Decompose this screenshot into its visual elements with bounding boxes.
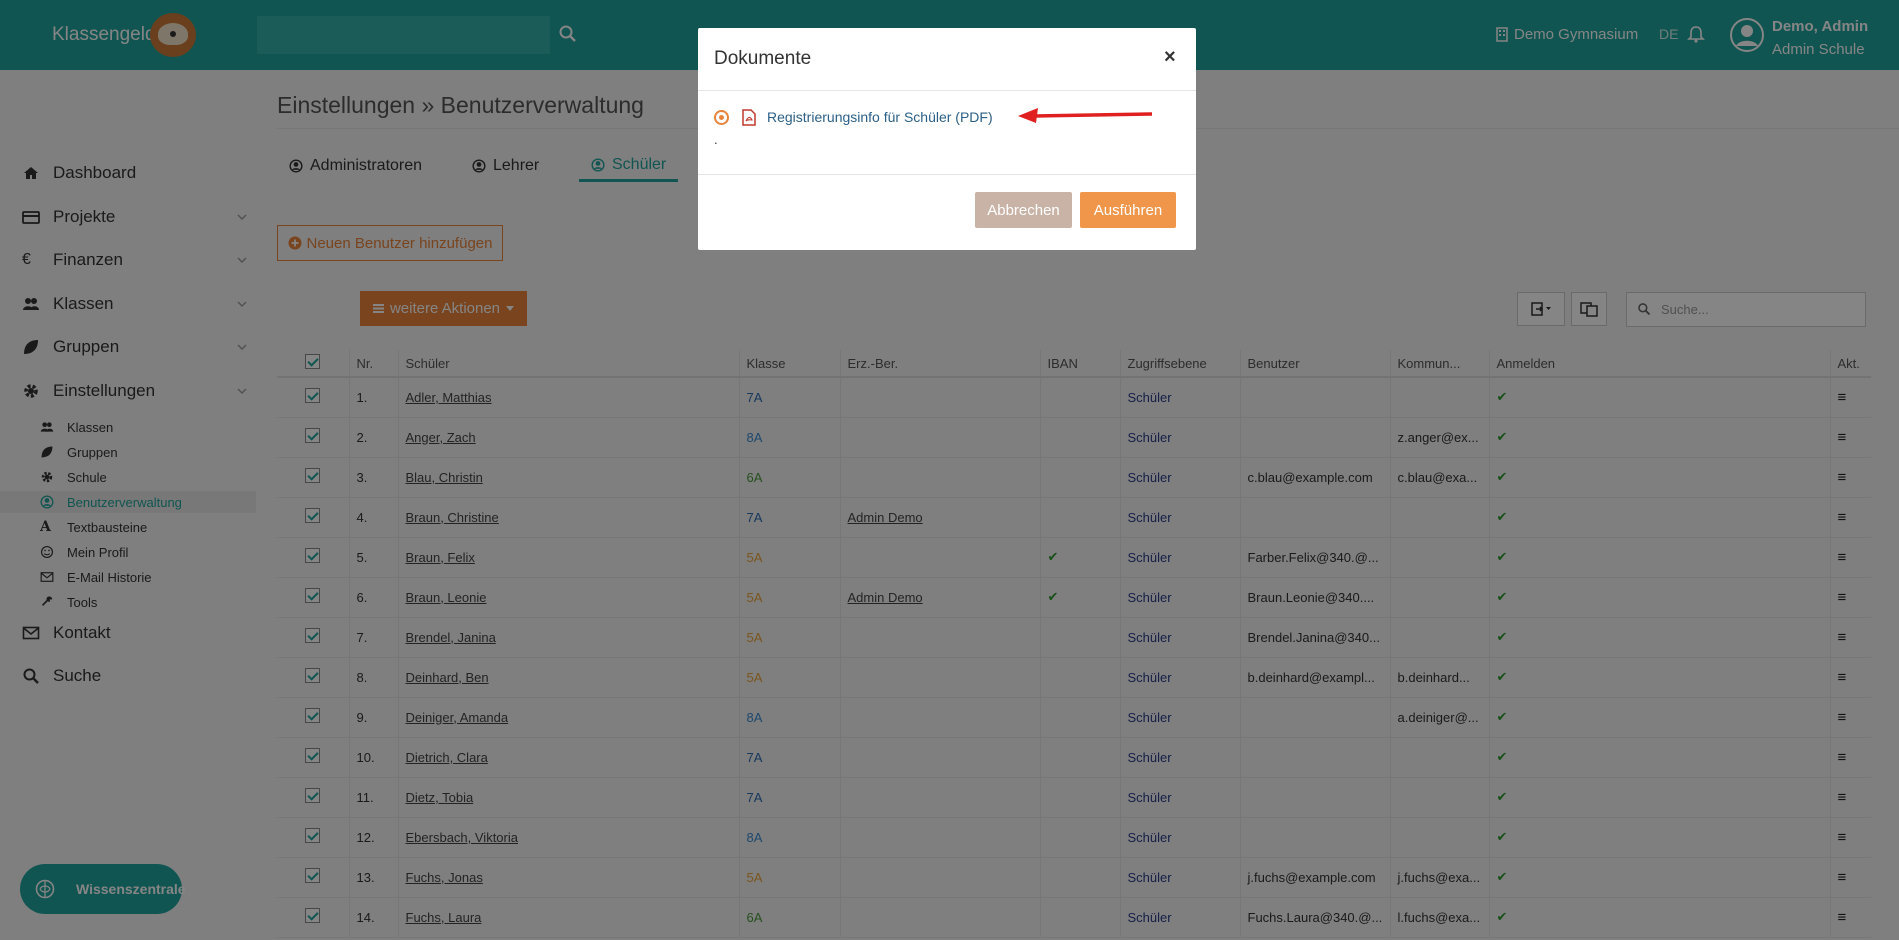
red-arrow-annotation — [1018, 108, 1153, 123]
cancel-button[interactable]: Abbrechen — [975, 192, 1072, 228]
modal-dot-text: . — [714, 132, 718, 147]
document-radio[interactable] — [714, 110, 729, 125]
documents-modal: Dokumente × Registrierungsinfo für Schül… — [698, 28, 1196, 250]
modal-divider — [698, 174, 1196, 175]
document-option-label[interactable]: Registrierungsinfo für Schüler (PDF) — [767, 109, 993, 125]
execute-button[interactable]: Ausführen — [1080, 192, 1176, 228]
pdf-file-icon — [742, 109, 756, 126]
modal-title: Dokumente — [714, 48, 812, 69]
modal-divider — [698, 90, 1196, 91]
modal-close-button[interactable]: × — [1164, 46, 1176, 69]
